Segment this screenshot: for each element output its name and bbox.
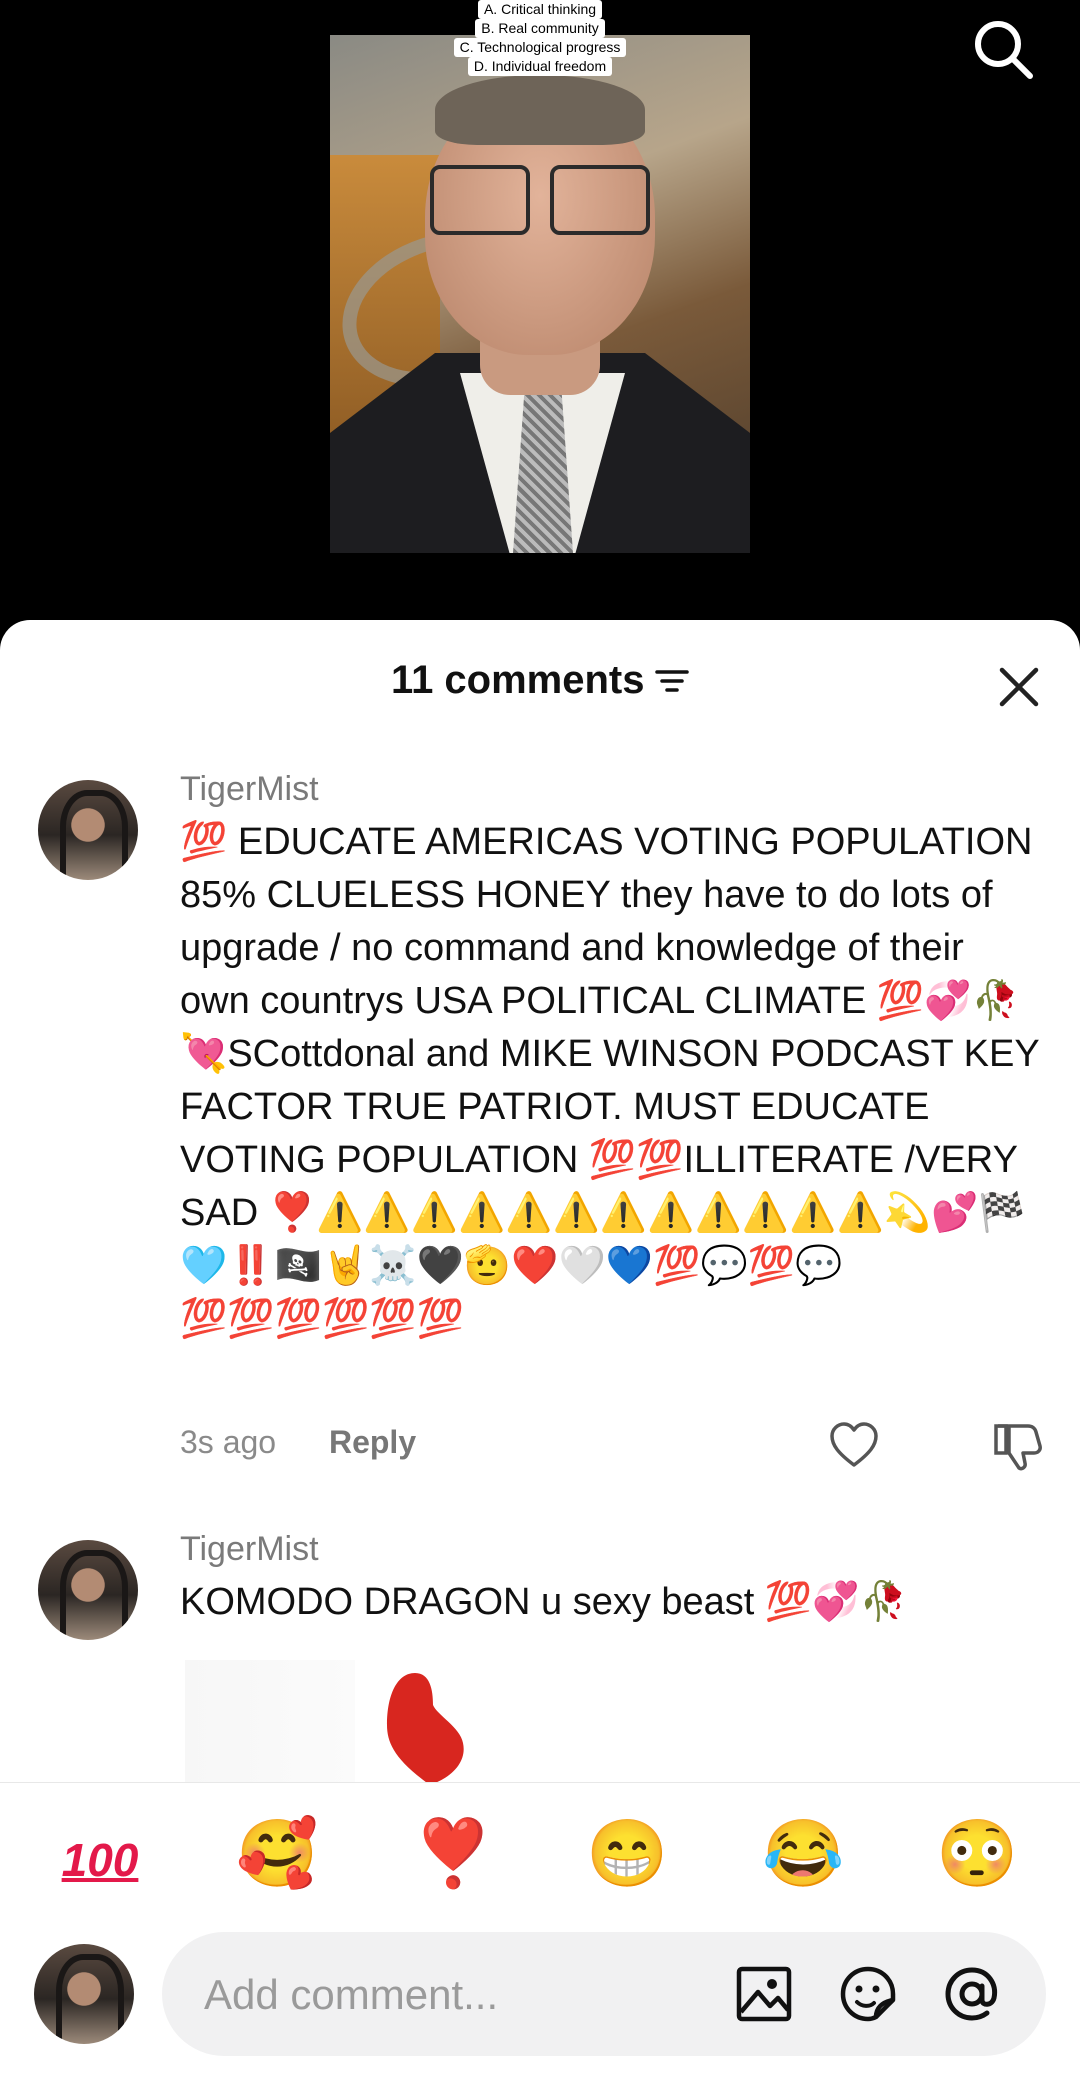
hundred-icon: 100 xyxy=(61,1834,139,1886)
at-mention-icon xyxy=(945,1967,998,2021)
quiz-option-d: D. Individual freedom xyxy=(467,57,613,76)
comment-composer xyxy=(0,1912,1080,2084)
heart-outline-icon xyxy=(830,1422,878,1467)
quiz-overlay: A. Critical thinking B. Real community C… xyxy=(0,0,1080,76)
comment-username[interactable]: TigerMist xyxy=(180,770,319,809)
sheet-header: 11 comments xyxy=(0,658,1080,718)
thumbs-down-icon xyxy=(994,1424,1042,1471)
comment-meta: 3s ago Reply xyxy=(180,1424,416,1461)
reply-button[interactable]: Reply xyxy=(329,1424,416,1460)
dislike-button[interactable] xyxy=(992,1420,1044,1472)
close-icon xyxy=(999,667,1039,707)
search-icon xyxy=(975,21,1033,79)
quiz-option-a: A. Critical thinking xyxy=(477,0,603,19)
image-icon xyxy=(736,1966,792,2022)
add-image-button[interactable] xyxy=(734,1964,794,2024)
comment-input[interactable] xyxy=(202,1932,686,2058)
emoji-flushed-button[interactable]: 😳 xyxy=(936,1813,1018,1893)
comment-username[interactable]: TigerMist xyxy=(180,1530,319,1569)
hair xyxy=(435,75,645,145)
emoji-grin-button[interactable]: 😁 xyxy=(586,1813,668,1893)
quiz-option-c: C. Technological progress xyxy=(453,38,627,57)
user-avatar[interactable] xyxy=(34,1944,134,2044)
quiz-option-b: B. Real community xyxy=(475,19,605,38)
search-button[interactable] xyxy=(970,16,1036,82)
emoji-hundred-button[interactable]: 100 xyxy=(60,1813,140,1893)
sticker-background xyxy=(185,1660,355,1800)
comments-count-title: 11 comments xyxy=(391,658,645,702)
emoji-quick-bar: 100 🥰 ❣️ 😁 😂 😳 xyxy=(0,1782,1080,1913)
like-button[interactable] xyxy=(828,1420,880,1472)
emoji-heart-exclamation-button[interactable]: ❣️ xyxy=(412,1813,494,1893)
heart-sticker-icon xyxy=(387,1673,464,1785)
emoji-sticker-icon xyxy=(840,1966,896,2022)
avatar[interactable] xyxy=(38,1540,138,1640)
comment-text: 💯 EDUCATE AMERICAS VOTING POPULATION 85%… xyxy=(180,821,1039,1340)
add-sticker-button[interactable] xyxy=(838,1964,898,2024)
glasses xyxy=(430,165,650,235)
mention-button[interactable] xyxy=(942,1964,1002,2024)
comment-timestamp: 3s ago xyxy=(180,1424,277,1460)
emoji-smiling-hearts-button[interactable]: 🥰 xyxy=(236,1813,318,1893)
sort-filter-icon[interactable] xyxy=(655,666,689,696)
emoji-tears-of-joy-button[interactable]: 😂 xyxy=(762,1813,844,1893)
video-player[interactable]: A. Critical thinking B. Real community C… xyxy=(0,0,1080,660)
avatar[interactable] xyxy=(38,780,138,880)
close-button[interactable] xyxy=(994,662,1044,712)
comment-sticker-image[interactable] xyxy=(185,1660,475,1800)
comment-input-box[interactable] xyxy=(162,1932,1046,2058)
comment-text: KOMODO DRAGON u sexy beast 💯💞🥀 xyxy=(180,1581,907,1623)
video-thumbnail xyxy=(330,35,750,553)
